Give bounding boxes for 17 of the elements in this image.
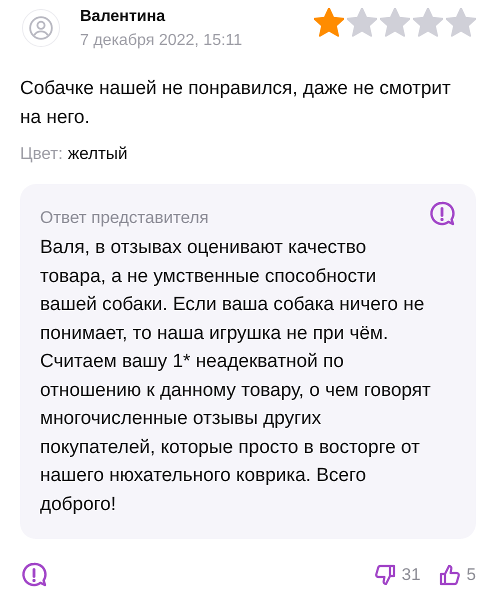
reply-text: Валя, в отзывах оценивают качество товара, а не умственные способности вашей собаки. Если ваша собака ничего не понимает, то наша игрушка не при чём. Считаем вашу 1* неадекватной по отношению к данному товару, о чем говорят многочисленные отзывы других покупателей, которые просто в восторге от нашего нюхательного коврика. Всего доброго! (40, 236, 432, 516)
like-count: 5 (466, 565, 476, 585)
empty-star-icon (446, 8, 476, 37)
reply-title: Ответ представителя (40, 208, 209, 228)
alert-icon[interactable] (428, 200, 456, 228)
dislike-count: 31 (402, 565, 421, 585)
report-icon[interactable] (20, 561, 48, 589)
filled-star-icon (314, 8, 344, 37)
empty-star-icon (347, 8, 377, 37)
empty-star-icon (413, 8, 443, 37)
author-name: Валентина (80, 8, 166, 26)
attribute-value: желтый (68, 144, 128, 163)
empty-star-icon (380, 8, 410, 37)
attribute-label: Цвет: (20, 144, 63, 163)
review-text: Собачке нашей не понравился, даже не смотрит на него. (20, 77, 452, 130)
review-date: 7 декабря 2022, 15:11 (80, 32, 244, 50)
avatar-icon (22, 9, 60, 47)
